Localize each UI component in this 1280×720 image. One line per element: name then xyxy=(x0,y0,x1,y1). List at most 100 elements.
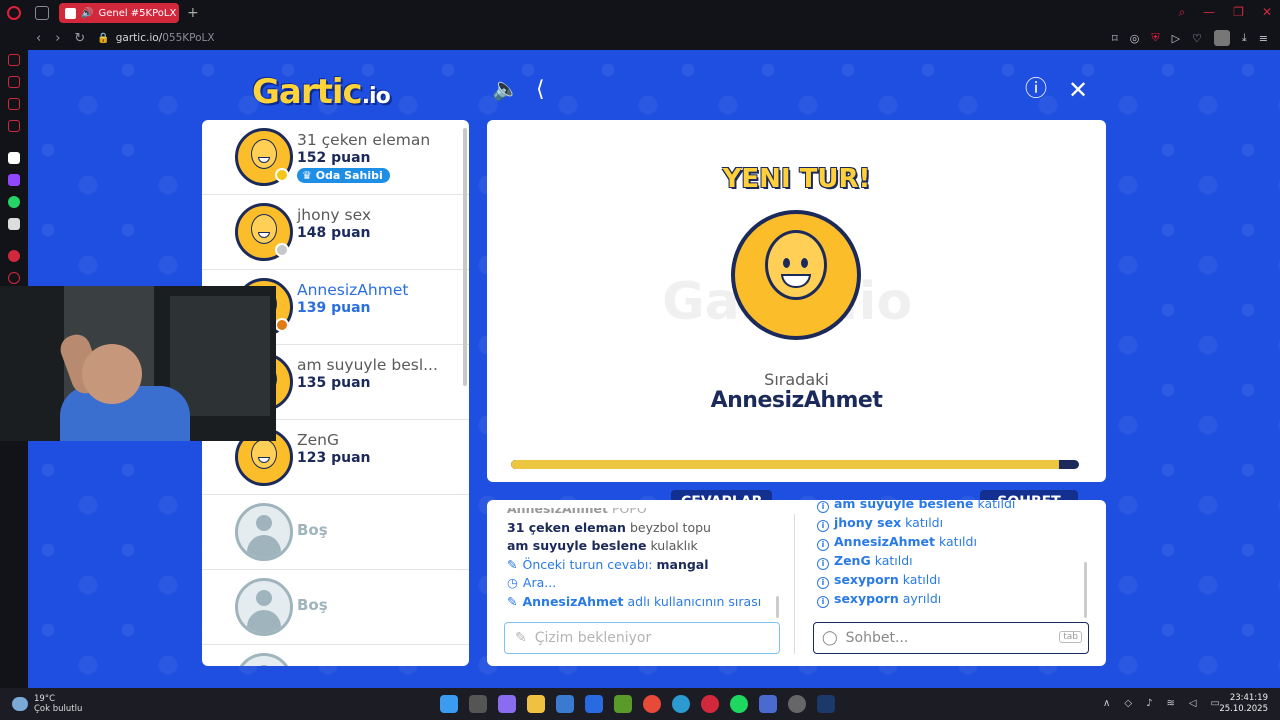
sidebar-aria-icon[interactable] xyxy=(8,54,20,66)
opera-gx-icon[interactable] xyxy=(701,695,719,713)
tray-overflow-icon[interactable]: ∧ xyxy=(1103,698,1110,709)
empty-avatar-icon xyxy=(235,578,293,636)
player-name: ZenG xyxy=(297,431,339,449)
heart-icon[interactable]: ♡ xyxy=(1192,32,1202,45)
player-score: 135 puan xyxy=(297,375,371,391)
close-window-icon[interactable]: ✕ xyxy=(1262,5,1272,20)
sidebar-history-icon[interactable] xyxy=(8,272,20,284)
player-list-scrollbar[interactable] xyxy=(463,128,467,386)
network-icon[interactable]: ◇ xyxy=(1124,698,1132,709)
empty-slot xyxy=(202,645,469,666)
empty-slot: Boş xyxy=(202,570,469,645)
chat-scrollbar[interactable] xyxy=(1084,562,1087,618)
copilot-icon[interactable] xyxy=(498,695,516,713)
sidebar-twitch-icon[interactable] xyxy=(8,174,20,186)
bookmark-page-icon[interactable]: ⌑ xyxy=(1112,32,1118,45)
weather-icon xyxy=(12,697,28,711)
forward-icon[interactable]: › xyxy=(55,31,60,46)
sidebar-music-icon[interactable] xyxy=(8,250,20,262)
weather-text: Çok bulutlu xyxy=(34,704,83,714)
sidebar-tiktok-icon[interactable] xyxy=(8,152,20,164)
info-icon[interactable]: ⓘ xyxy=(1025,78,1047,102)
steam-icon[interactable] xyxy=(817,695,835,713)
time: 23:41:19 xyxy=(1229,693,1268,703)
store-icon[interactable] xyxy=(556,695,574,713)
sidebar-messenger-icon[interactable] xyxy=(8,98,20,110)
share-icon[interactable]: ⟨ xyxy=(536,78,545,102)
sidebar-x-icon[interactable] xyxy=(8,218,20,230)
new-tab-icon[interactable]: + xyxy=(187,5,199,21)
gartic-favicon-icon xyxy=(65,7,76,19)
chat-line: i jhony sex katıldı xyxy=(817,513,1087,532)
camera-icon[interactable]: ◎ xyxy=(1130,32,1140,45)
back-icon[interactable]: ‹ xyxy=(36,31,41,46)
tab-key-hint: tab xyxy=(1059,631,1082,643)
player-score: 148 puan xyxy=(297,225,371,241)
player-score: 152 puan xyxy=(297,150,371,166)
weather-widget[interactable]: 19°C Çok bulutlu xyxy=(12,694,82,714)
sound-icon[interactable]: 🔈 xyxy=(492,78,519,102)
chat-line: i AnnesizAhmet katıldı xyxy=(817,532,1087,551)
divider xyxy=(794,514,795,654)
wifi-icon[interactable]: ≋ xyxy=(1166,698,1174,709)
maximize-icon[interactable]: ❐ xyxy=(1233,5,1244,20)
close-icon[interactable]: ✕ xyxy=(1068,78,1088,102)
empty-label: Boş xyxy=(297,596,328,614)
info-icon: i xyxy=(817,596,829,608)
spotify-icon[interactable] xyxy=(730,695,748,713)
url-field[interactable]: gartic.io/055KPoLX xyxy=(116,32,215,44)
minimize-icon[interactable]: — xyxy=(1203,5,1215,20)
info-icon: i xyxy=(817,520,829,532)
app-icon[interactable] xyxy=(759,695,777,713)
tab-title: Genel #5KPoLX (Türkç xyxy=(98,7,179,19)
player-row[interactable]: 31 çeken eleman 152 puan ♛ Oda Sahibi xyxy=(202,120,469,195)
browser-tab[interactable]: 🔊 Genel #5KPoLX (Türkç xyxy=(59,3,179,23)
search-icon[interactable]: ⌕ xyxy=(1178,5,1185,20)
obs-icon[interactable] xyxy=(788,695,806,713)
start-icon[interactable] xyxy=(440,695,458,713)
chrome-icon[interactable] xyxy=(643,695,661,713)
nvidia-icon[interactable] xyxy=(614,695,632,713)
drawing-stage: Gartic.io YENI TUR! Sıradaki AnnesizAhme… xyxy=(487,120,1106,482)
tab-overview-icon[interactable] xyxy=(35,6,49,20)
info-icon: i xyxy=(817,539,829,551)
opera-logo-icon[interactable] xyxy=(7,6,21,20)
answer-input[interactable]: ✎ Çizim bekleniyor xyxy=(504,622,780,654)
player-score: 139 puan xyxy=(297,300,371,316)
player-row[interactable]: jhony sex 148 puan xyxy=(202,195,469,270)
clock[interactable]: 23:41:19 25.10.2025 xyxy=(1219,693,1268,715)
download-icon[interactable]: ⤓ xyxy=(1242,31,1247,45)
outlook-icon[interactable] xyxy=(585,695,603,713)
volume-icon[interactable]: ◁ xyxy=(1189,698,1197,709)
adblock-shield-icon[interactable]: ⛨ xyxy=(1151,31,1159,45)
sidebar-shopping-icon[interactable] xyxy=(8,76,20,88)
chat-bubble-icon: ◯ xyxy=(822,630,838,646)
reload-icon[interactable]: ↻ xyxy=(74,31,85,46)
answer-line: ✎ AnnesizAhmet adlı kullanıcının sırası xyxy=(507,593,777,612)
info-icon: i xyxy=(817,577,829,589)
sidebar-whatsapp-icon[interactable] xyxy=(8,196,20,208)
player-icon[interactable]: ▷ xyxy=(1172,32,1180,45)
answer-line: 31 çeken eleman beyzbol topu xyxy=(507,519,711,535)
round-title: YENI TUR! xyxy=(722,164,871,194)
window-controls: ⌕ — ❐ ✕ xyxy=(1178,5,1272,20)
sidebar-instagram-icon[interactable] xyxy=(8,120,20,132)
speaker-icon[interactable]: 🔊 xyxy=(81,8,93,19)
info-icon: i xyxy=(817,501,829,513)
file-explorer-icon[interactable] xyxy=(527,695,545,713)
round-progress-bar xyxy=(511,460,1079,469)
task-view-icon[interactable] xyxy=(469,695,487,713)
chat-line: i am suyuyle beslene katıldı xyxy=(817,500,1087,513)
mic-icon[interactable]: ♪ xyxy=(1146,698,1152,709)
answers-log: AnnesizAhmet POPO 31 çeken eleman beyzbo… xyxy=(507,508,777,620)
chat-line: i ZenG katıldı xyxy=(817,551,1087,570)
lock-icon[interactable]: 🔒 xyxy=(97,33,109,44)
chat-input[interactable]: ◯ Sohbet... tab xyxy=(813,622,1089,654)
edge-icon[interactable] xyxy=(672,695,690,713)
profile-avatar[interactable] xyxy=(1213,30,1230,46)
menu-icon[interactable]: ≡ xyxy=(1259,32,1268,45)
next-player-avatar xyxy=(731,210,861,340)
empty-label: Boş xyxy=(297,521,328,539)
answers-scrollbar[interactable] xyxy=(776,596,779,618)
chat-input-placeholder: Sohbet... xyxy=(845,630,909,646)
